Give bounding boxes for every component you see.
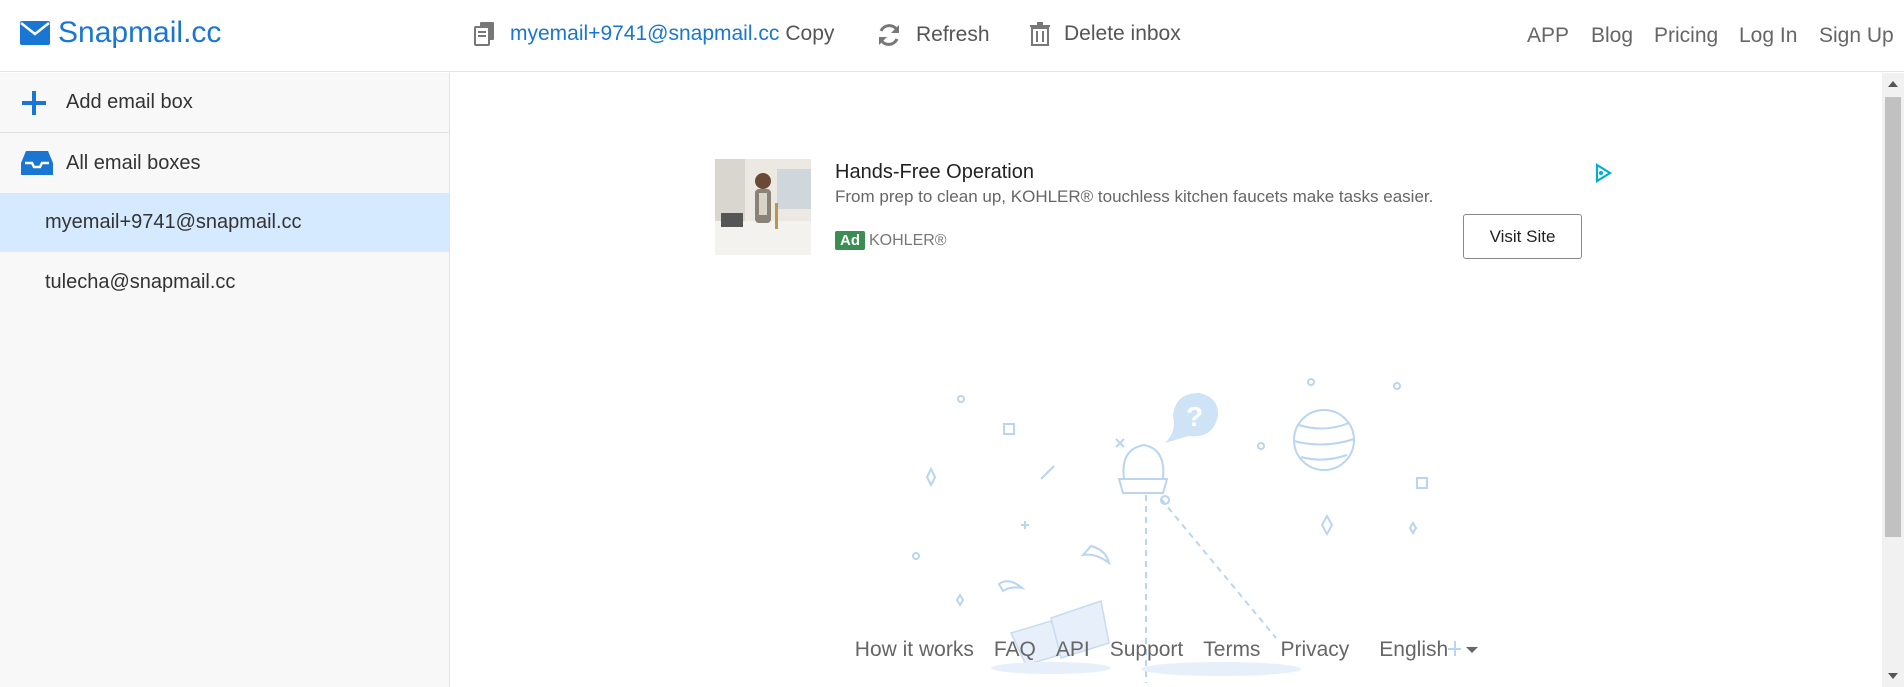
delete-label: Delete inbox	[1064, 22, 1181, 45]
refresh-button[interactable]: Refresh	[876, 22, 990, 48]
copy-email-button[interactable]: myemail+9741@snapmail.cc Copy	[474, 22, 834, 46]
footer-link-how-it-works[interactable]: How it works	[855, 638, 974, 662]
all-email-boxes-label: All email boxes	[66, 151, 201, 174]
refresh-icon	[879, 24, 899, 46]
caret-down-icon	[1466, 647, 1479, 653]
nav-app[interactable]: APP	[1527, 24, 1569, 48]
trash-icon	[1030, 22, 1050, 46]
scroll-thumb[interactable]	[1885, 97, 1901, 537]
ad-description: From prep to clean up, KOHLER® touchless…	[835, 187, 1434, 206]
scroll-down-arrow[interactable]	[1888, 673, 1898, 679]
logo[interactable]: Snapmail.cc	[20, 16, 221, 50]
scroll-up-arrow[interactable]	[1888, 81, 1898, 87]
delete-inbox-button[interactable]: Delete inbox	[1030, 22, 1181, 46]
footer-link-terms[interactable]: Terms	[1203, 638, 1260, 662]
inbox-icon	[20, 150, 66, 176]
ad-badge: Ad	[835, 231, 865, 250]
visit-site-button[interactable]: Visit Site	[1463, 214, 1582, 259]
footer: How it works FAQ API Support Terms Priva…	[451, 638, 1882, 662]
language-label: English	[1379, 638, 1449, 661]
add-email-box-button[interactable]: Add email box	[0, 73, 449, 133]
footer-link-faq[interactable]: FAQ	[994, 638, 1036, 662]
empty-inbox-illustration: ?	[912, 378, 1461, 683]
footer-link-privacy[interactable]: Privacy	[1280, 638, 1349, 662]
footer-link-api[interactable]: API	[1056, 638, 1090, 662]
sidebar: Add email box All email boxes myemail+97…	[0, 73, 450, 687]
ad-banner[interactable]: Hands-Free Operation From prep to clean …	[715, 159, 1615, 263]
nav-login[interactable]: Log In	[1739, 24, 1797, 48]
footer-link-support[interactable]: Support	[1110, 638, 1184, 662]
copy-label: Copy	[785, 22, 835, 45]
nav-signup[interactable]: Sign Up	[1819, 24, 1894, 48]
nav-pricing[interactable]: Pricing	[1654, 24, 1718, 48]
add-email-box-label: Add email box	[66, 91, 193, 113]
ad-image[interactable]	[715, 159, 811, 255]
ad-brand[interactable]: KOHLER®	[869, 232, 947, 250]
nav-blog[interactable]: Blog	[1591, 24, 1633, 48]
language-selector[interactable]: English	[1369, 638, 1479, 662]
copy-icon	[474, 22, 494, 46]
top-header: Snapmail.cc myemail+9741@snapmail.cc Cop…	[0, 0, 1904, 72]
adchoices-icon[interactable]	[1593, 163, 1613, 188]
svg-text:?: ?	[1186, 401, 1203, 432]
vertical-scrollbar[interactable]	[1882, 73, 1904, 687]
plus-icon	[20, 89, 66, 117]
email-box-address: tulecha@snapmail.cc	[45, 271, 236, 293]
main-content: Hands-Free Operation From prep to clean …	[451, 73, 1882, 687]
envelope-icon	[20, 21, 50, 45]
email-box-item[interactable]: tulecha@snapmail.cc	[0, 253, 449, 312]
refresh-label: Refresh	[916, 23, 990, 46]
email-box-address: myemail+9741@snapmail.cc	[45, 211, 302, 233]
current-email: myemail+9741@snapmail.cc	[510, 22, 780, 45]
ad-title[interactable]: Hands-Free Operation	[835, 161, 1034, 184]
all-email-boxes[interactable]: All email boxes	[0, 133, 449, 193]
logo-text: Snapmail.cc	[58, 16, 222, 49]
email-box-item[interactable]: myemail+9741@snapmail.cc	[0, 193, 449, 252]
